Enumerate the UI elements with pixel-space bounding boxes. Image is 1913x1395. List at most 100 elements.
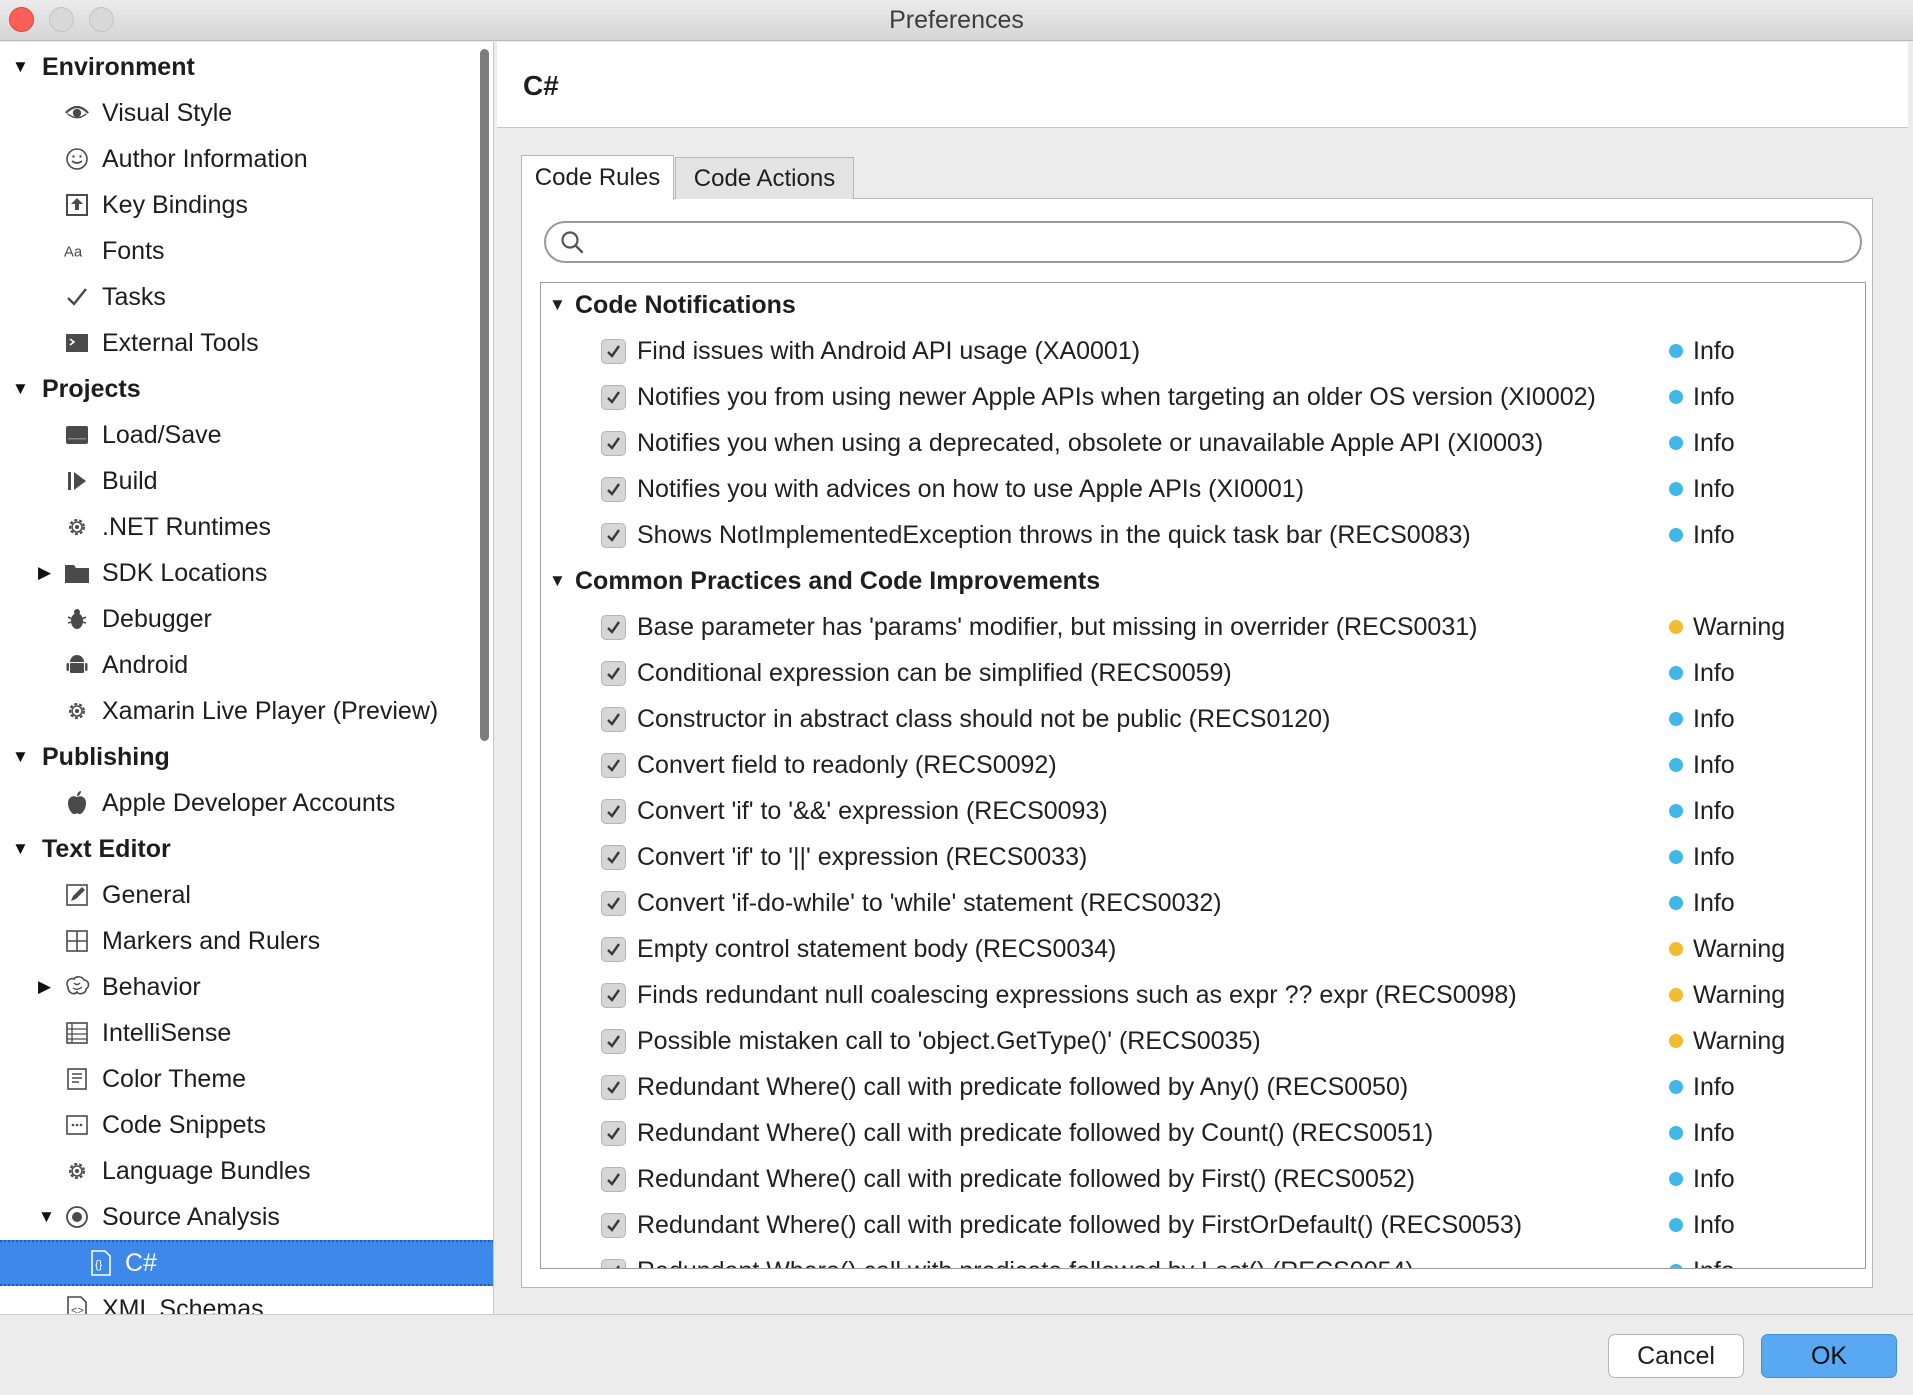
sidebar-item-c[interactable]: {} C# (0, 1240, 493, 1286)
rule-checkbox[interactable] (601, 936, 626, 962)
disclosure-expanded-icon[interactable]: ▼ (12, 379, 29, 399)
rule-checkbox[interactable] (601, 798, 626, 824)
rule-row[interactable]: Finds redundant null coalescing expressi… (541, 972, 1865, 1018)
rule-checkbox[interactable] (601, 476, 626, 502)
rule-checkbox[interactable] (601, 706, 626, 732)
rule-row[interactable]: Redundant Where() call with predicate fo… (541, 1202, 1865, 1248)
sidebar-item-fonts[interactable]: Aa Fonts (0, 228, 493, 274)
sidebar-group-projects[interactable]: ▼ Projects (0, 366, 493, 412)
sidebar-item-source-analysis[interactable]: ▼ Source Analysis (0, 1194, 493, 1240)
disclosure-expanded-icon[interactable]: ▼ (12, 57, 29, 77)
rule-row[interactable]: Redundant Where() call with predicate fo… (541, 1156, 1865, 1202)
severity-dropdown[interactable]: Info (1693, 889, 1735, 918)
rule-checkbox[interactable] (601, 522, 626, 548)
severity-dropdown[interactable]: Info (1693, 1211, 1735, 1240)
rule-row[interactable]: Base parameter has 'params' modifier, bu… (541, 604, 1865, 650)
rule-checkbox[interactable] (601, 614, 626, 640)
rule-row[interactable]: Redundant Where() call with predicate fo… (541, 1064, 1865, 1110)
tab-code-rules[interactable]: Code Rules (521, 155, 674, 200)
category-code-notifications[interactable]: ▼ Code Notifications (541, 283, 1865, 328)
rule-row[interactable]: Shows NotImplementedException throws in … (541, 512, 1865, 558)
sidebar-group-environment[interactable]: ▼ Environment (0, 44, 493, 90)
sidebar-item-color-theme[interactable]: Color Theme (0, 1056, 493, 1102)
sidebar-item-code-snippets[interactable]: Code Snippets (0, 1102, 493, 1148)
sidebar-item-general[interactable]: General (0, 872, 493, 918)
severity-dropdown[interactable]: Info (1693, 751, 1735, 780)
severity-dropdown[interactable]: Info (1693, 843, 1735, 872)
sidebar-item-android[interactable]: Android (0, 642, 493, 688)
tab-code-actions[interactable]: Code Actions (675, 157, 854, 199)
category-common-practices-and-code-improvements[interactable]: ▼ Common Practices and Code Improvements (541, 558, 1865, 604)
sidebar-item-language-bundles[interactable]: Language Bundles (0, 1148, 493, 1194)
severity-dropdown[interactable]: Info (1693, 429, 1735, 458)
severity-dropdown[interactable]: Warning (1693, 935, 1785, 964)
severity-dropdown[interactable]: Info (1693, 797, 1735, 826)
rule-row[interactable]: Convert field to readonly (RECS0092) Info (541, 742, 1865, 788)
search-input[interactable] (544, 221, 1862, 263)
sidebar-item-visual-style[interactable]: Visual Style (0, 90, 493, 136)
severity-dropdown[interactable]: Warning (1693, 981, 1785, 1010)
cancel-button[interactable]: Cancel (1608, 1334, 1744, 1378)
rule-checkbox[interactable] (601, 1166, 626, 1192)
sidebar-item-build[interactable]: Build (0, 458, 493, 504)
sidebar-item-load-save[interactable]: Load/Save (0, 412, 493, 458)
sidebar-item-xml-schemas[interactable]: <> XML Schemas (0, 1286, 493, 1314)
rule-checkbox[interactable] (601, 1120, 626, 1146)
rule-checkbox[interactable] (601, 844, 626, 870)
rule-row[interactable]: Empty control statement body (RECS0034) W… (541, 926, 1865, 972)
disclosure-expanded-icon[interactable]: ▼ (38, 1207, 55, 1227)
rule-checkbox[interactable] (601, 1074, 626, 1100)
severity-dropdown[interactable]: Info (1693, 1257, 1735, 1269)
rule-row[interactable]: Constructor in abstract class should not… (541, 696, 1865, 742)
rule-row[interactable]: Redundant Where() call with predicate fo… (541, 1248, 1865, 1269)
rule-checkbox[interactable] (601, 338, 626, 364)
rule-row[interactable]: Find issues with Android API usage (XA00… (541, 328, 1865, 374)
sidebar-item-key-bindings[interactable]: Key Bindings (0, 182, 493, 228)
sidebar-item-author-information[interactable]: Author Information (0, 136, 493, 182)
rule-row[interactable]: Notifies you from using newer Apple APIs… (541, 374, 1865, 420)
rule-checkbox[interactable] (601, 384, 626, 410)
rule-checkbox[interactable] (601, 1028, 626, 1054)
rule-checkbox[interactable] (601, 982, 626, 1008)
severity-dropdown[interactable]: Info (1693, 705, 1735, 734)
rule-row[interactable]: Convert 'if' to '&&' expression (RECS009… (541, 788, 1865, 834)
sidebar-item-external-tools[interactable]: External Tools (0, 320, 493, 366)
sidebar-item-sdk-locations[interactable]: ▶ SDK Locations (0, 550, 493, 596)
sidebar-group-publishing[interactable]: ▼ Publishing (0, 734, 493, 780)
rule-checkbox[interactable] (601, 660, 626, 686)
sidebar-item-tasks[interactable]: Tasks (0, 274, 493, 320)
sidebar-item-intellisense[interactable]: IntelliSense (0, 1010, 493, 1056)
disclosure-expanded-icon[interactable]: ▼ (12, 839, 29, 859)
disclosure-collapsed-icon[interactable]: ▶ (38, 563, 51, 583)
rule-row[interactable]: Notifies you when using a deprecated, ob… (541, 420, 1865, 466)
rule-row[interactable]: Convert 'if-do-while' to 'while' stateme… (541, 880, 1865, 926)
rule-row[interactable]: Notifies you with advices on how to use … (541, 466, 1865, 512)
severity-dropdown[interactable]: Warning (1693, 613, 1785, 642)
sidebar-item-xamarin-live-player-preview[interactable]: Xamarin Live Player (Preview) (0, 688, 493, 734)
disclosure-expanded-icon[interactable]: ▼ (549, 295, 566, 315)
severity-dropdown[interactable]: Info (1693, 475, 1735, 504)
disclosure-expanded-icon[interactable]: ▼ (12, 747, 29, 767)
rule-checkbox[interactable] (601, 1258, 626, 1268)
rule-checkbox[interactable] (601, 1212, 626, 1238)
severity-dropdown[interactable]: Info (1693, 521, 1735, 550)
severity-dropdown[interactable]: Info (1693, 383, 1735, 412)
severity-dropdown[interactable]: Info (1693, 1119, 1735, 1148)
severity-dropdown[interactable]: Info (1693, 1073, 1735, 1102)
sidebar-item-net-runtimes[interactable]: .NET Runtimes (0, 504, 493, 550)
severity-dropdown[interactable]: Info (1693, 659, 1735, 688)
rule-checkbox[interactable] (601, 890, 626, 916)
disclosure-expanded-icon[interactable]: ▼ (549, 571, 566, 591)
rule-row[interactable]: Conditional expression can be simplified… (541, 650, 1865, 696)
sidebar-item-debugger[interactable]: Debugger (0, 596, 493, 642)
rule-checkbox[interactable] (601, 430, 626, 456)
severity-dropdown[interactable]: Info (1693, 1165, 1735, 1194)
rule-row[interactable]: Redundant Where() call with predicate fo… (541, 1110, 1865, 1156)
sidebar-group-text-editor[interactable]: ▼ Text Editor (0, 826, 493, 872)
ok-button[interactable]: OK (1761, 1334, 1897, 1378)
rule-row[interactable]: Possible mistaken call to 'object.GetTyp… (541, 1018, 1865, 1064)
sidebar-item-behavior[interactable]: ▶ Behavior (0, 964, 493, 1010)
severity-dropdown[interactable]: Warning (1693, 1027, 1785, 1056)
disclosure-collapsed-icon[interactable]: ▶ (38, 977, 51, 997)
sidebar-item-markers-and-rulers[interactable]: Markers and Rulers (0, 918, 493, 964)
